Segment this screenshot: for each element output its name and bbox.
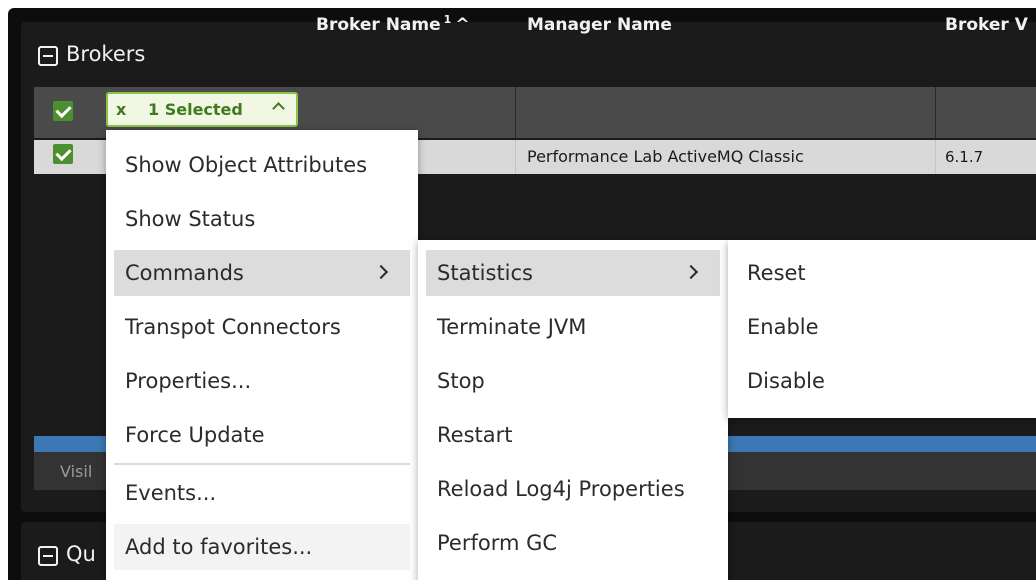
- menu-divider: [114, 463, 410, 465]
- menu-item-label: Statistics: [437, 261, 533, 285]
- cell-separator: [935, 140, 936, 174]
- menu-item-disable[interactable]: Disable: [736, 358, 1036, 404]
- statistics-submenu: Reset Enable Disable: [728, 240, 1036, 418]
- column-header-broker-name[interactable]: Broker Name 1 ^: [316, 0, 470, 51]
- sort-ascending-icon: ^: [455, 15, 470, 35]
- panel-title: Qu: [66, 542, 96, 566]
- column-label: Broker Name: [316, 15, 441, 35]
- panel-title: Brokers: [66, 42, 146, 66]
- chevron-up-icon[interactable]: [272, 102, 285, 115]
- column-separator[interactable]: [935, 87, 936, 138]
- menu-item-add-to-favorites[interactable]: Add to favorites...: [114, 524, 410, 570]
- menu-item-reload-log4j-properties[interactable]: Reload Log4j Properties: [426, 466, 720, 512]
- commands-submenu: Statistics Terminate JVM Stop Restart Re…: [418, 240, 728, 580]
- selection-badge[interactable]: x 1 Selected: [106, 92, 298, 127]
- screen: Brokers x 1 Selected Broker Name 1 ^ Manag…: [0, 0, 1036, 580]
- menu-item-properties[interactable]: Properties...: [114, 358, 410, 404]
- menu-item-terminate-jvm[interactable]: Terminate JVM: [426, 304, 720, 350]
- menu-item-reset[interactable]: Reset: [736, 250, 1036, 296]
- menu-item-transport-connectors[interactable]: Transpot Connectors: [114, 304, 410, 350]
- clear-selection-icon[interactable]: x: [116, 94, 126, 125]
- menu-item-restart[interactable]: Restart: [426, 412, 720, 458]
- column-separator[interactable]: [515, 87, 516, 138]
- collapse-panel-icon[interactable]: [38, 46, 58, 66]
- cell-separator: [515, 140, 516, 174]
- context-menu: Show Object Attributes Show Status Comma…: [106, 130, 418, 580]
- cell-broker-version: 6.1.7: [945, 148, 984, 166]
- menu-item-events[interactable]: Events...: [114, 470, 410, 516]
- sort-index: 1: [443, 13, 452, 27]
- menu-item-perform-gc[interactable]: Perform GC: [426, 520, 720, 566]
- chevron-right-icon: [683, 264, 699, 280]
- menu-item-label: Commands: [125, 261, 244, 285]
- menu-item-force-update[interactable]: Force Update: [114, 412, 410, 458]
- chevron-right-icon: [373, 264, 389, 280]
- menu-item-commands[interactable]: Commands: [114, 250, 410, 296]
- row-checkbox[interactable]: [53, 144, 73, 164]
- column-header-broker-version[interactable]: Broker V: [945, 0, 1028, 51]
- menu-item-show-object-attributes[interactable]: Show Object Attributes: [114, 142, 410, 188]
- menu-item-show-status[interactable]: Show Status: [114, 196, 410, 242]
- menu-item-stop[interactable]: Stop: [426, 358, 720, 404]
- menu-item-statistics[interactable]: Statistics: [426, 250, 720, 296]
- cell-manager-name: Performance Lab ActiveMQ Classic: [527, 147, 804, 166]
- select-all-checkbox[interactable]: [53, 101, 73, 121]
- selection-count: 1 Selected: [148, 100, 243, 119]
- menu-item-enable[interactable]: Enable: [736, 304, 1036, 350]
- column-header-manager-name[interactable]: Manager Name: [527, 0, 672, 51]
- collapse-panel-icon[interactable]: [38, 546, 58, 566]
- visible-rows-label: Visil: [60, 462, 93, 481]
